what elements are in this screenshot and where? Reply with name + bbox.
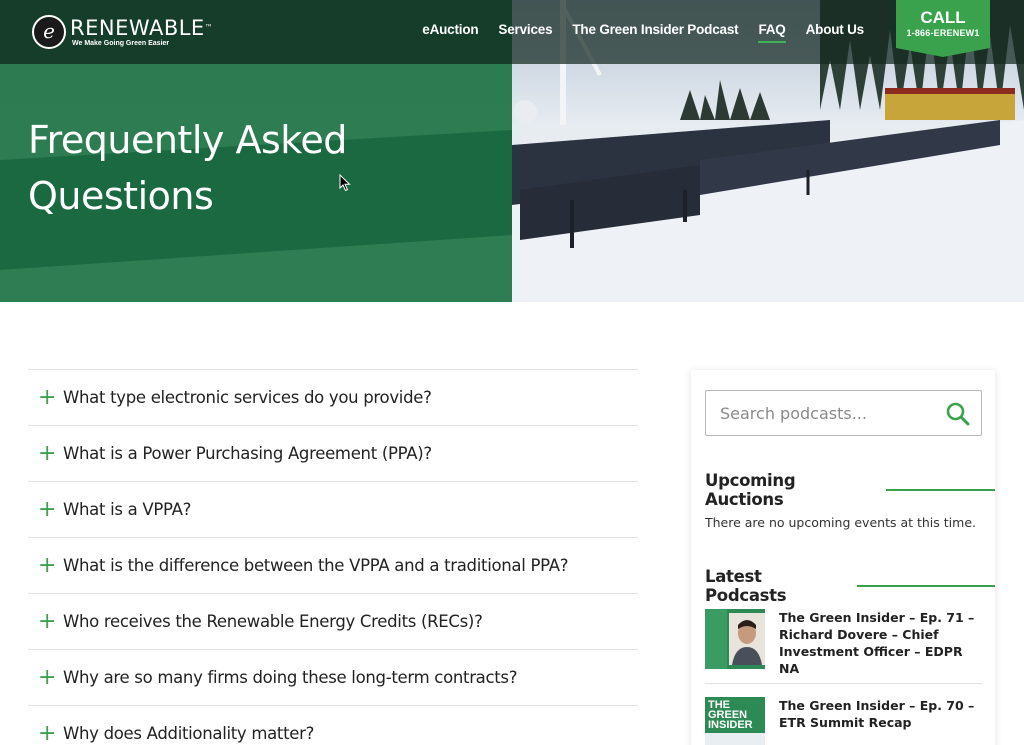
search-box: [705, 390, 982, 436]
call-button[interactable]: CALL 1-866-ERENEW1: [896, 0, 990, 57]
faq-item[interactable]: + Why does Additionality matter?: [28, 705, 638, 745]
plus-icon: +: [38, 720, 57, 745]
thumb-text: INSIDER: [708, 719, 753, 731]
site-logo[interactable]: e RENEWABLE™ We Make Going Green Easier: [32, 14, 213, 50]
logo-tagline: We Make Going Green Easier: [72, 39, 170, 47]
plus-icon: +: [38, 608, 57, 634]
heading-rule: [885, 489, 995, 491]
podcast-item[interactable]: THE GREEN INSIDER The Green Insider – Ep…: [705, 697, 982, 745]
plus-icon: +: [38, 552, 57, 578]
plus-icon: +: [38, 496, 57, 522]
main-nav: eAuction Services The Green Insider Podc…: [402, 22, 864, 43]
faq-question: What is a Power Purchasing Agreement (PP…: [63, 444, 432, 463]
site-header: e RENEWABLE™ We Make Going Green Easier …: [0, 0, 1024, 64]
faq-item[interactable]: + What type electronic services do you p…: [28, 369, 638, 425]
mouse-cursor-icon: [339, 174, 351, 192]
faq-item[interactable]: + What is a VPPA?: [28, 481, 638, 537]
faq-item[interactable]: + Who receives the Renewable Energy Cred…: [28, 593, 638, 649]
nav-podcast[interactable]: The Green Insider Podcast: [572, 22, 738, 43]
call-number: 1-866-ERENEW1: [906, 28, 980, 38]
plus-icon: +: [38, 664, 57, 690]
search-icon[interactable]: [945, 401, 971, 427]
plus-icon: +: [38, 384, 57, 410]
nav-eauction[interactable]: eAuction: [422, 22, 478, 43]
faq-question: What is the difference between the VPPA …: [63, 556, 569, 575]
faq-question: What is a VPPA?: [63, 500, 192, 519]
upcoming-auctions-heading: Upcoming Auctions: [705, 471, 995, 509]
sidebar: Upcoming Auctions There are no upcoming …: [691, 370, 995, 745]
podcast-item[interactable]: The Green Insider – Ep. 71 – Richard Dov…: [705, 609, 982, 677]
podcast-title: The Green Insider – Ep. 71 – Richard Dov…: [779, 610, 975, 676]
faq-item[interactable]: + What is a Power Purchasing Agreement (…: [28, 425, 638, 481]
podcast-title: The Green Insider – Ep. 70 – ETR Summit …: [779, 698, 975, 730]
faq-question: Who receives the Renewable Energy Credit…: [63, 612, 483, 631]
logo-name: RENEWABLE: [70, 15, 205, 40]
page-title-line1: Frequently Asked: [28, 118, 347, 162]
faq-question: What type electronic services do you pro…: [63, 388, 432, 407]
plus-icon: +: [38, 440, 57, 466]
nav-faq[interactable]: FAQ: [758, 22, 786, 43]
logo-trademark: ™: [204, 22, 214, 32]
faq-question: Why are so many firms doing these long-t…: [63, 668, 518, 687]
logo-icon: e: [32, 15, 66, 49]
latest-podcasts-heading: Latest Podcasts: [705, 567, 995, 605]
podcast-thumbnail: THE GREEN INSIDER: [705, 697, 765, 745]
divider: [705, 683, 982, 684]
faq-list: + What type electronic services do you p…: [28, 369, 638, 745]
faq-question: Why does Additionality matter?: [63, 724, 315, 743]
nav-services[interactable]: Services: [498, 22, 552, 43]
page-title: Frequently Asked Questions: [28, 112, 448, 224]
heading-rule: [856, 585, 995, 587]
no-events-text: There are no upcoming events at this tim…: [705, 515, 976, 530]
search-input[interactable]: [706, 391, 926, 435]
page-title-line2: Questions: [28, 174, 214, 218]
podcast-thumbnail: [705, 609, 765, 669]
faq-item[interactable]: + Why are so many firms doing these long…: [28, 649, 638, 705]
nav-about-us[interactable]: About Us: [806, 22, 865, 43]
call-label: CALL: [920, 8, 966, 27]
faq-item[interactable]: + What is the difference between the VPP…: [28, 537, 638, 593]
